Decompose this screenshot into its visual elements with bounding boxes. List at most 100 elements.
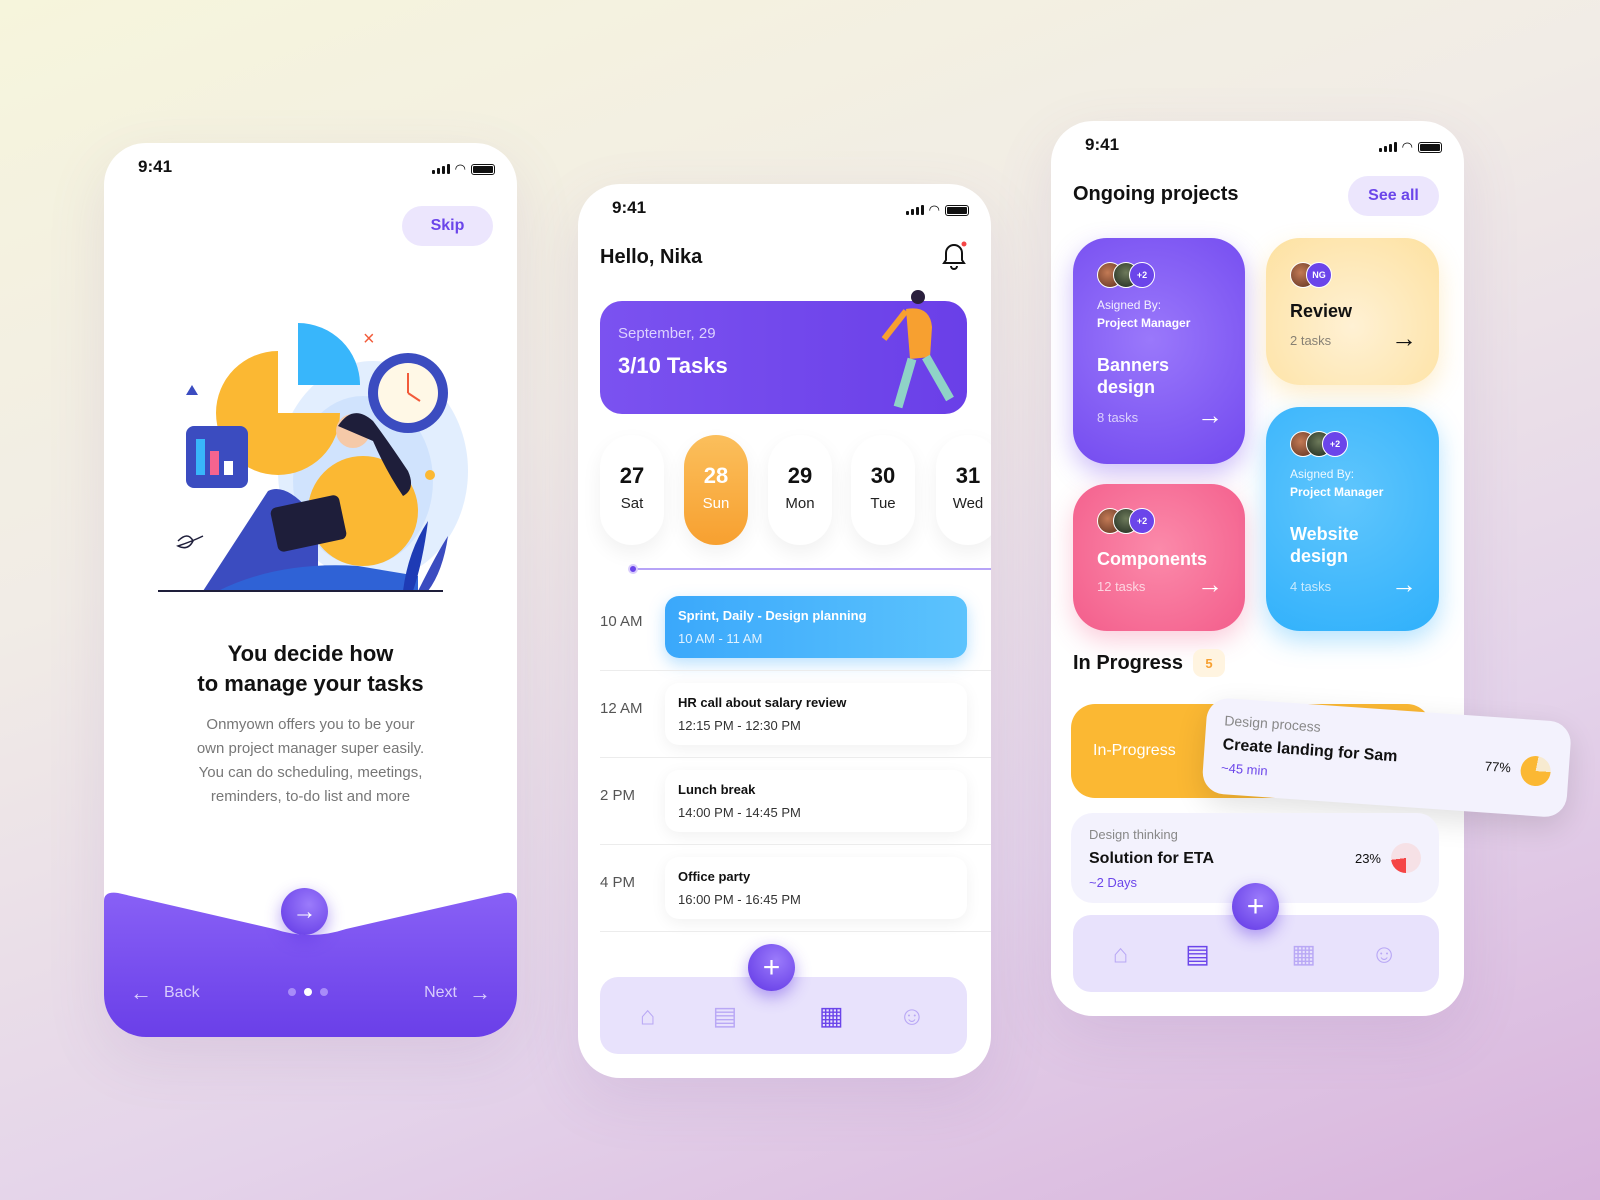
avatar-more: +2 (1129, 508, 1155, 534)
schedule-event[interactable]: Office party 16:00 PM - 16:45 PM (665, 857, 967, 919)
event-title: Sprint, Daily - Design planning (678, 608, 867, 623)
wifi-icon: ◠ (454, 161, 466, 176)
date-chip[interactable]: 31 Wed (936, 435, 991, 545)
wifi-icon: ◠ (928, 202, 940, 217)
schedule-event[interactable]: HR call about salary review 12:15 PM - 12… (665, 683, 967, 745)
task-count: 4 tasks (1290, 579, 1332, 594)
title-line: You decide how (227, 641, 394, 666)
clipboard-icon[interactable]: ▤ (712, 1000, 737, 1031)
time-slot-label: 2 PM (600, 787, 636, 804)
clipboard-icon[interactable]: ▤ (1185, 938, 1210, 969)
time-slot-label: 10 AM (600, 613, 643, 630)
project-card-review[interactable]: NG Review 2 tasks → (1266, 238, 1439, 385)
schedule-event[interactable]: Lunch break 14:00 PM - 14:45 PM (665, 770, 967, 832)
next-label: Next (424, 984, 457, 1001)
battery-icon (945, 204, 969, 216)
onboarding-screen: 9:41 ◠ Skip × You decide how to manage y… (104, 143, 517, 1037)
status-icons: ◠ (905, 202, 969, 218)
onboarding-title: You decide how to manage your tasks (104, 639, 517, 699)
date-chip[interactable]: 27 Sat (600, 435, 664, 545)
greeting: Hello, Nika (600, 246, 703, 268)
see-all-button[interactable]: See all (1348, 176, 1439, 216)
banner-tasks: 3/10 Tasks (618, 353, 728, 378)
project-card-website[interactable]: +2 Asigned By: Project Manager Website de… (1266, 407, 1439, 631)
event-time: 14:00 PM - 14:45 PM (678, 805, 801, 820)
date-weekday: Sun (702, 495, 730, 512)
event-title: Lunch break (678, 782, 756, 797)
page-dot (320, 988, 328, 996)
description-line: Onmyown offers you to be your (206, 716, 415, 733)
next-button[interactable]: Next → (424, 980, 491, 1006)
divider (600, 844, 991, 845)
date-number: 31 (955, 463, 981, 488)
date-number: 28 (703, 463, 729, 488)
bottom-nav: ⌂ ▤ ▦ ☺ (600, 977, 967, 1054)
home-icon[interactable]: ⌂ (640, 1000, 656, 1031)
project-card-components[interactable]: +2 Components 12 tasks → (1073, 484, 1245, 631)
task-percent: 23% (1354, 851, 1381, 866)
calendar-icon[interactable]: ▦ (819, 1000, 844, 1031)
description-line: reminders, to-do list and more (210, 788, 411, 805)
divider (600, 757, 991, 758)
wifi-icon: ◠ (1401, 139, 1413, 154)
date-weekday: Sat (620, 495, 644, 512)
user-icon[interactable]: ☺ (1371, 938, 1398, 969)
arrow-right-icon: → (469, 980, 491, 1005)
in-progress-count-badge: 5 (1193, 649, 1225, 677)
page-dot (288, 988, 296, 996)
status-time: 9:41 (612, 198, 647, 217)
add-task-button[interactable]: + (748, 944, 795, 991)
date-weekday: Wed (952, 495, 984, 512)
description-line: own project manager super easily. (196, 740, 425, 757)
event-title: HR call about salary review (678, 695, 847, 710)
user-icon[interactable]: ☺ (899, 1000, 926, 1031)
battery-icon (1418, 141, 1442, 153)
timeline-line (633, 568, 991, 570)
avatar-group: NG (1290, 262, 1415, 288)
avatar-more: +2 (1322, 431, 1348, 457)
event-time: 16:00 PM - 16:45 PM (678, 892, 801, 907)
skip-button[interactable]: Skip (402, 206, 493, 246)
tasks-banner[interactable]: September, 29 3/10 Tasks (600, 290, 967, 414)
calendar-icon[interactable]: ▦ (1291, 938, 1316, 969)
status-time: 9:41 (138, 157, 173, 176)
home-icon[interactable]: ⌂ (1113, 938, 1129, 969)
in-progress-label: In-Progress (1093, 742, 1176, 759)
bell-icon[interactable] (940, 240, 968, 270)
banner-date: September, 29 (618, 325, 716, 342)
arrow-right-icon: → (1197, 569, 1223, 599)
task-card-create-landing[interactable]: Design process Create landing for Sam ~4… (1201, 697, 1573, 819)
page-indicator (288, 988, 328, 996)
project-name: Review (1290, 301, 1353, 321)
title-line: to manage your tasks (197, 671, 424, 696)
avatar-group: +2 (1097, 508, 1221, 534)
back-button[interactable]: ← Back (130, 980, 200, 1006)
battery-icon (471, 163, 495, 175)
status-icons: ◠ (1378, 139, 1442, 155)
assigned-by: Project Manager (1290, 485, 1384, 499)
onboarding-description: Onmyown offers you to be your own projec… (104, 713, 517, 809)
task-count: 8 tasks (1097, 410, 1139, 425)
project-card-banners[interactable]: +2 Asigned By: Project Manager Banners de… (1073, 238, 1245, 464)
date-chip[interactable]: 30 Tue (851, 435, 915, 545)
date-chip[interactable]: 28 Sun (684, 435, 748, 545)
schedule-event[interactable]: Sprint, Daily - Design planning 10 AM - 1… (665, 596, 967, 658)
signal-icon (1378, 142, 1397, 152)
onboarding-illustration: × (158, 323, 468, 592)
signal-icon (431, 164, 450, 174)
event-time: 12:15 PM - 12:30 PM (678, 718, 801, 733)
walking-person-illustration (881, 290, 954, 409)
timeline-dot (628, 564, 638, 574)
next-arrow-button[interactable]: → (281, 888, 328, 935)
event-time: 10 AM - 11 AM (678, 631, 763, 646)
add-task-button[interactable]: + (1232, 883, 1279, 930)
page-dot-active (304, 988, 312, 996)
assigned-label: Asigned By: (1290, 467, 1355, 481)
back-label: Back (164, 984, 200, 1001)
arrow-right-icon: → (1391, 569, 1417, 599)
in-progress-title: In Progress (1073, 652, 1184, 674)
date-chip[interactable]: 29 Mon (768, 435, 832, 545)
time-slot-label: 12 AM (600, 700, 643, 717)
date-weekday: Tue (870, 495, 896, 512)
date-weekday: Mon (785, 495, 815, 512)
